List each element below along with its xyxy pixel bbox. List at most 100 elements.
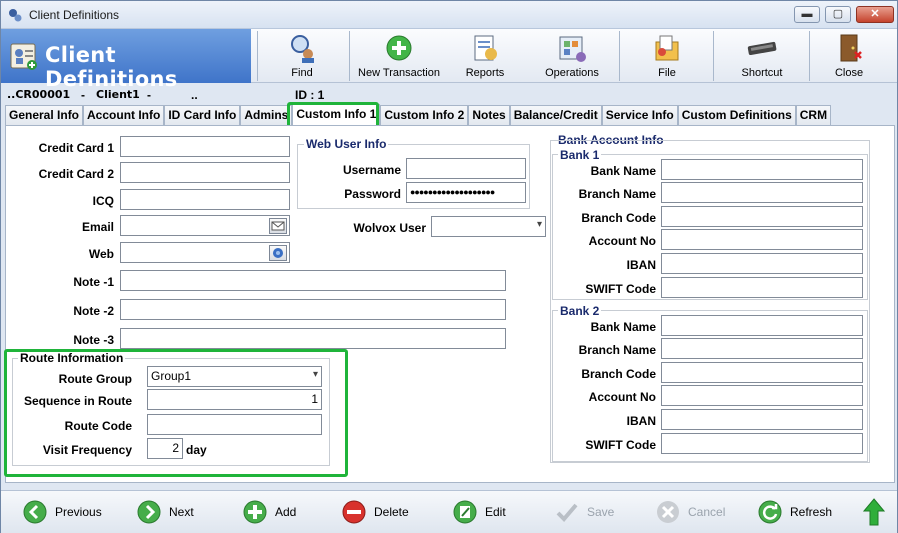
operations-button[interactable]: Operations <box>533 29 611 83</box>
web-input[interactable] <box>120 242 290 263</box>
chevron-down-icon: ▾ <box>312 369 318 380</box>
credit-card-2-input[interactable] <box>120 162 290 183</box>
new-transaction-button[interactable]: New Transaction <box>353 29 445 83</box>
previous-label: Previous <box>55 505 102 519</box>
bank-1-account-no-input[interactable] <box>661 229 863 250</box>
tab-admins[interactable]: Admins <box>240 105 293 125</box>
delete-button[interactable]: Delete <box>342 499 422 525</box>
username-input[interactable] <box>406 158 526 179</box>
module-header: Client Definitions <box>1 29 251 91</box>
tab-balance-credit[interactable]: Balance/Credit <box>509 105 602 125</box>
add-button[interactable]: Add <box>243 499 323 525</box>
new-transaction-label: New Transaction <box>358 67 440 79</box>
find-icon <box>291 35 314 63</box>
module-title: Client Definitions <box>45 43 178 91</box>
client-code: ..CR00001 <box>7 88 71 101</box>
username-label: Username <box>342 163 401 177</box>
save-label: Save <box>587 505 615 519</box>
note-1-input[interactable] <box>120 270 506 291</box>
close-label: Close <box>834 67 864 79</box>
file-button[interactable]: File <box>629 29 705 83</box>
bank-2-branch-name-label: Branch Name <box>578 343 656 357</box>
tab-notes[interactable]: Notes <box>468 105 510 125</box>
arrow-up-icon[interactable] <box>863 498 885 526</box>
bank-1-name-label: Bank Name <box>590 164 656 178</box>
close-button[interactable]: Close <box>817 29 881 83</box>
client-name: Client1 <box>96 88 140 101</box>
tab-general-info[interactable]: General Info <box>5 105 84 125</box>
keyboard-icon <box>747 41 777 56</box>
email-send-button[interactable] <box>269 218 287 234</box>
wolvox-user-label: Wolvox User <box>353 221 426 235</box>
tab-service-info[interactable]: Service Info <box>601 105 678 125</box>
previous-button[interactable]: Previous <box>23 499 113 525</box>
sequence-input[interactable]: 1 <box>147 389 322 410</box>
find-label: Find <box>291 67 313 79</box>
tab-custom-definitions[interactable]: Custom Definitions <box>677 105 796 125</box>
bank-2-branch-code-input[interactable] <box>661 362 863 383</box>
bank-1-swift-input[interactable] <box>661 277 863 298</box>
checkmark-icon <box>556 503 578 522</box>
id-separator: - <box>81 88 85 102</box>
bank-1-title: Bank 1 <box>558 148 602 162</box>
client-card-icon <box>10 43 37 70</box>
refresh-label: Refresh <box>790 505 833 519</box>
shortcut-button[interactable]: Shortcut <box>723 29 801 83</box>
bank-2-name-input[interactable] <box>661 315 863 336</box>
bank-2-iban-label: IBAN <box>626 414 656 428</box>
bank-1-branch-code-input[interactable] <box>661 206 863 227</box>
route-code-input[interactable] <box>147 414 322 435</box>
bank-1-name-input[interactable] <box>661 159 863 180</box>
refresh-button[interactable]: Refresh <box>758 499 838 525</box>
tab-crm[interactable]: CRM <box>795 105 832 125</box>
bank-1-swift-label: SWIFT Code <box>585 282 656 296</box>
note-2-label: Note -2 <box>73 304 114 318</box>
bank-2-iban-input[interactable] <box>661 409 863 430</box>
route-code-label: Route Code <box>64 419 132 433</box>
globe-icon <box>273 248 283 258</box>
minimize-button[interactable]: ▬ <box>794 6 820 23</box>
tab-custom-info-2[interactable]: Custom Info 2 <box>380 105 469 125</box>
note-2-input[interactable] <box>120 299 506 320</box>
wolvox-user-select[interactable]: ▾ <box>431 216 546 237</box>
find-button[interactable]: Find <box>263 29 341 83</box>
arrow-left-icon <box>23 500 47 524</box>
sequence-label: Sequence in Route <box>23 394 132 408</box>
password-input[interactable]: ●●●●●●●●●●●●●●●●●●● <box>406 182 526 203</box>
note-3-input[interactable] <box>120 328 506 349</box>
next-button[interactable]: Next <box>137 499 217 525</box>
credit-card-1-input[interactable] <box>120 136 290 157</box>
tab-account-info[interactable]: Account Info <box>83 105 165 125</box>
email-input[interactable] <box>120 215 290 236</box>
minus-icon <box>342 500 366 524</box>
next-label: Next <box>169 505 194 519</box>
route-group-value: Group1 <box>151 369 192 383</box>
bank-2-branch-name-input[interactable] <box>661 338 863 359</box>
tab-custom-info-1[interactable]: Custom Info 1 <box>292 104 381 125</box>
cancel-button[interactable]: Cancel <box>656 499 736 525</box>
bank-1-branch-code-label: Branch Code <box>581 211 656 225</box>
bank-1-iban-input[interactable] <box>661 253 863 274</box>
file-label: File <box>658 67 676 79</box>
icq-input[interactable] <box>120 189 290 210</box>
web-label: Web <box>88 247 114 261</box>
route-information-title: Route Information <box>18 351 126 365</box>
reports-button[interactable]: Reports <box>449 29 521 83</box>
client-definitions-window: Client Definitions ▬ ▢ ✕ Client Definiti… <box>0 0 898 533</box>
web-user-info-title: Web User Info <box>304 137 389 151</box>
web-open-button[interactable] <box>269 245 287 261</box>
edit-button[interactable]: Edit <box>453 499 533 525</box>
close-window-button[interactable]: ✕ <box>856 6 894 23</box>
route-group-select[interactable]: Group1 ▾ <box>147 366 322 387</box>
save-button[interactable]: Save <box>555 499 635 525</box>
bank-2-title: Bank 2 <box>558 304 602 318</box>
tab-id-card-info[interactable]: ID Card Info <box>164 105 241 125</box>
visit-frequency-input[interactable]: 2 <box>147 438 183 459</box>
tab-strip: General Info Account Info ID Card Info A… <box>5 104 832 125</box>
toolbar-separator <box>619 31 620 81</box>
custom-info-panel: Credit Card 1 Credit Card 2 ICQ Email We… <box>5 125 895 483</box>
bank-2-account-no-input[interactable] <box>661 385 863 406</box>
bank-2-swift-input[interactable] <box>661 433 863 454</box>
bank-1-branch-name-input[interactable] <box>661 182 863 203</box>
maximize-button[interactable]: ▢ <box>825 6 851 23</box>
